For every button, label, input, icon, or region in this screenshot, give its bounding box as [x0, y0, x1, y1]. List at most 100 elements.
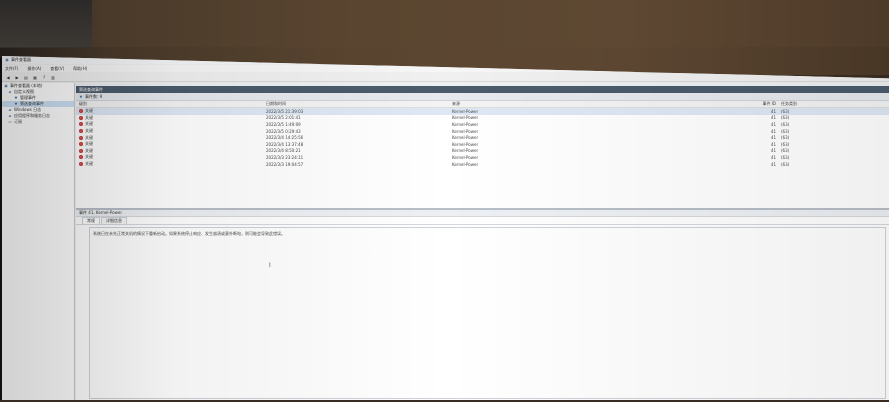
level-text: 关键: [85, 161, 93, 167]
level-text: 关键: [85, 141, 93, 147]
tree-item-label: 订阅: [14, 119, 22, 124]
date-cell: 2022/3/3 23:24:11: [266, 154, 304, 160]
panel-header: 筛选查询事件: [76, 86, 889, 93]
level-cell: ! 关键: [76, 121, 266, 127]
source-cell: Kernel-Power: [452, 108, 479, 114]
event-id-cell: 41: [770, 115, 776, 121]
critical-error-icon: !: [79, 109, 83, 114]
date-cell: 2022/3/4 14:25:56: [266, 135, 304, 141]
menu-file[interactable]: 文件(F): [5, 66, 18, 72]
properties-icon[interactable]: ▦: [32, 75, 38, 80]
source-cell: Kernel-Power: [452, 115, 479, 121]
window-title: 事件查看器: [11, 57, 31, 62]
table-row[interactable]: ! 关键 2022/3/4 8:50:21 Kernel-Power 41 (63…: [76, 148, 889, 155]
level-text: 关键: [85, 121, 93, 127]
column-date[interactable]: 日期和时间: [266, 101, 452, 107]
panel-tab[interactable]: ▼ 事件数: 9: [76, 93, 889, 101]
grid-header: 级别 日期和时间 来源 事件 ID 任务类别: [76, 101, 889, 108]
task-cell: (63): [781, 108, 790, 114]
level-cell: ! 关键: [76, 154, 266, 160]
column-level[interactable]: 级别: [76, 101, 266, 107]
critical-error-icon: !: [79, 115, 83, 120]
event-id-cell: 41: [770, 154, 776, 160]
level-cell: ! 关键: [76, 128, 266, 134]
event-id-cell: 41: [770, 108, 776, 114]
level-cell: ! 关键: [76, 141, 266, 147]
task-cell: (63): [781, 128, 790, 134]
tree-item-subscriptions[interactable]: ▭ 订阅: [2, 119, 74, 125]
filter-icon: ▼: [14, 102, 18, 106]
date-cell: 2022/3/3 19:04:57: [266, 161, 304, 167]
event-id-cell: 41: [770, 128, 776, 134]
task-cell: (63): [781, 154, 790, 160]
table-row[interactable]: ! 关键 2022/3/5 1:49:09 Kernel-Power 41 (63…: [76, 121, 889, 128]
source-cell: Kernel-Power: [452, 128, 479, 134]
column-source[interactable]: 来源: [452, 101, 757, 107]
event-id-cell: 41: [770, 161, 776, 167]
source-cell: Kernel-Power: [452, 141, 479, 147]
menu-help[interactable]: 帮助(H): [73, 66, 87, 72]
task-cell: (63): [781, 148, 790, 154]
help-icon[interactable]: ?: [41, 75, 47, 80]
task-cell: (63): [781, 141, 790, 147]
source-cell: Kernel-Power: [452, 121, 479, 127]
table-row[interactable]: ! 关键 2022/3/5 0:29:43 Kernel-Power 41 (63…: [76, 128, 889, 135]
forward-arrow-icon[interactable]: ▶: [14, 75, 20, 80]
tab-general[interactable]: 常规: [82, 217, 100, 224]
task-cell: (63): [781, 121, 790, 127]
date-cell: 2022/3/5 21:39:03: [266, 108, 304, 114]
monitor-screen: ▣ 事件查看器 文件(F) 操作(A) 查看(V) 帮助(H) ◀ ▶ ▤ ▦ …: [2, 56, 889, 400]
level-text: 关键: [85, 128, 93, 134]
text-cursor-icon: I: [269, 262, 271, 269]
critical-error-icon: !: [79, 122, 83, 127]
event-id-cell: 41: [770, 121, 776, 127]
critical-error-icon: !: [79, 129, 83, 134]
level-text: 关键: [85, 134, 93, 140]
date-cell: 2022/3/5 1:49:09: [266, 121, 301, 127]
table-row[interactable]: ! 关键 2022/3/4 14:25:56 Kernel-Power 41 (6…: [76, 134, 889, 141]
background-pillar: [0, 0, 92, 48]
date-cell: 2022/3/5 2:01:41: [266, 115, 301, 121]
column-event-id[interactable]: 事件 ID: [757, 101, 781, 107]
source-cell: Kernel-Power: [452, 148, 479, 154]
show-pane-icon[interactable]: ▥: [50, 75, 56, 80]
level-cell: ! 关键: [76, 115, 266, 121]
level-cell: ! 关键: [76, 135, 266, 141]
event-description: 系统已在未先正常关机的情况下重新启动。如果系统停止响应、发生崩溃或意外断电，则可…: [93, 231, 285, 236]
detail-header: 事件 41, Kernel-Power: [76, 210, 889, 217]
subscription-icon: ▭: [8, 120, 12, 124]
table-row[interactable]: ! 关键 2022/3/4 13:37:48 Kernel-Power 41 (6…: [76, 141, 889, 148]
critical-error-icon: !: [79, 142, 83, 147]
up-folder-icon[interactable]: ▤: [23, 75, 29, 80]
event-id-cell: 41: [770, 141, 776, 147]
panel-title: 筛选查询事件: [79, 86, 103, 92]
critical-error-icon: !: [79, 135, 83, 140]
table-row[interactable]: ! 关键 2022/3/3 23:24:11 Kernel-Power 41 (6…: [76, 154, 889, 161]
critical-error-icon: !: [79, 148, 83, 153]
event-id-cell: 41: [770, 135, 776, 141]
menu-view[interactable]: 查看(V): [50, 66, 64, 72]
detail-title: 事件 41, Kernel-Power: [79, 210, 123, 215]
event-description-box[interactable]: 系统已在未先正常关机的情况下重新启动。如果系统停止响应、发生崩溃或意外断电，则可…: [89, 227, 886, 399]
table-row[interactable]: ! 关键 2022/3/3 19:04:57 Kernel-Power 41 (6…: [76, 161, 889, 168]
level-cell: ! 关键: [76, 108, 266, 114]
detail-tabs: 常规 详细信息: [76, 217, 889, 225]
critical-error-icon: !: [79, 162, 83, 167]
table-row[interactable]: ! 关键 2022/3/5 2:01:41 Kernel-Power 41 (63…: [76, 115, 889, 122]
task-cell: (63): [781, 161, 790, 167]
menu-action[interactable]: 操作(A): [27, 66, 41, 72]
column-task-category[interactable]: 任务类别: [781, 101, 821, 107]
tab-details[interactable]: 详细信息: [101, 217, 127, 224]
event-id-cell: 41: [770, 148, 776, 154]
table-row[interactable]: ! 关键 2022/3/5 21:39:03 Kernel-Power 41 (6…: [76, 108, 889, 115]
level-cell: ! 关键: [76, 161, 266, 167]
level-text: 关键: [85, 154, 93, 160]
level-cell: ! 关键: [76, 148, 266, 154]
source-cell: Kernel-Power: [452, 161, 479, 167]
source-cell: Kernel-Power: [452, 154, 479, 160]
event-viewer-icon: ▣: [4, 84, 8, 88]
folder-icon: ▰: [8, 90, 12, 94]
event-detail-pane: 事件 41, Kernel-Power 常规 详细信息 系统已在未先正常关机的情…: [76, 208, 889, 400]
back-arrow-icon[interactable]: ◀: [5, 75, 11, 80]
task-cell: (63): [781, 135, 790, 141]
